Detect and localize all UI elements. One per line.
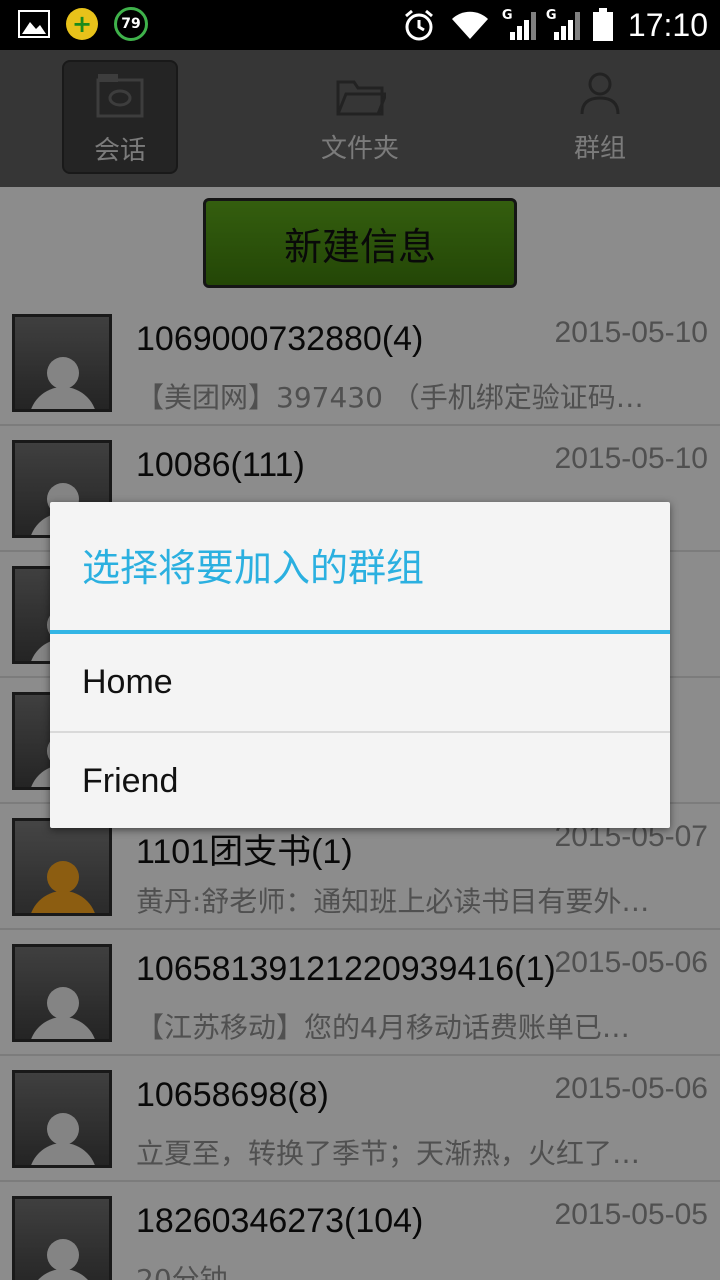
signal-strength-icon-1: G xyxy=(502,8,536,40)
status-bar: + 79 G G 17:10 xyxy=(0,0,720,50)
security-app-icon: + xyxy=(66,8,98,40)
dialog-title: 选择将要加入的群组 xyxy=(82,546,425,590)
battery-icon xyxy=(592,8,613,41)
wifi-icon xyxy=(451,11,488,39)
battery-saver-icon: 79 xyxy=(114,7,148,41)
alarm-icon xyxy=(404,9,433,41)
group-option-friend[interactable]: Friend xyxy=(50,733,670,829)
signal-strength-icon-2: G xyxy=(546,8,580,40)
clock: 17:10 xyxy=(627,7,708,43)
group-option-home[interactable]: Home xyxy=(50,634,670,730)
gallery-notification-icon xyxy=(18,10,50,38)
select-group-dialog: 选择将要加入的群组 Home Friend xyxy=(50,502,670,828)
